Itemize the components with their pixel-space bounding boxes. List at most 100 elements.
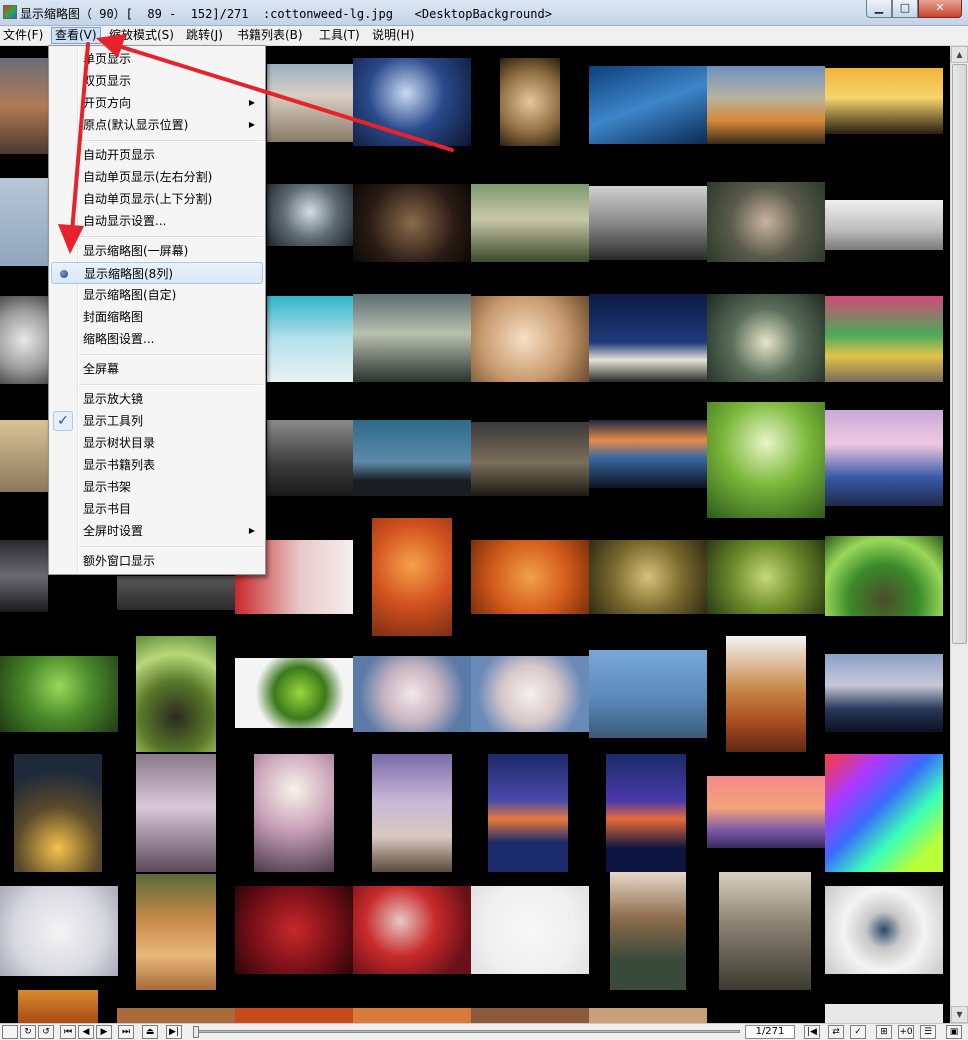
thumbnail[interactable] [0,656,118,732]
thumbnail[interactable] [726,636,806,752]
thumbnail[interactable] [0,178,48,266]
thumbnail[interactable] [589,186,707,260]
menu-item-double-page[interactable]: 双页显示 [51,70,263,92]
page-slider[interactable] [196,1030,740,1033]
thumbnail[interactable] [589,420,707,488]
thumbnail[interactable] [825,754,943,872]
menu-item-thumbs-one-screen[interactable]: 显示缩略图(一屏幕) [51,240,263,262]
menu-item-thumbs-8-cols[interactable]: 显示缩略图(8列) [51,262,263,284]
thumbnail[interactable] [471,184,589,262]
thumbnail[interactable] [825,654,943,732]
menu-item-page-direction[interactable]: 开页方向 ▶ [51,92,263,114]
thumbnail[interactable] [471,422,589,496]
thumbnail[interactable] [500,58,560,146]
thumbnail[interactable] [471,656,589,732]
thumbnail[interactable] [18,990,98,1023]
zoom-reset-icon[interactable]: +0 [898,1025,914,1039]
thumbnail[interactable] [0,58,48,154]
menu-item-origin[interactable]: 原点(默认显示位置) ▶ [51,114,263,136]
thumbnail[interactable] [471,1008,589,1023]
menu-item-thumb-settings[interactable]: 缩略图设置... [51,328,263,350]
menu-item-auto-display-settings[interactable]: 自动显示设置... [51,210,263,232]
thumbnail[interactable] [589,540,707,614]
last-page-icon[interactable]: ⏭ [118,1025,134,1039]
thumbnail[interactable] [235,658,353,728]
thumbnail[interactable] [707,294,825,382]
thumbnail[interactable] [353,58,471,146]
thumbnail[interactable] [0,420,48,492]
window-mode-icon[interactable]: ▣ [946,1025,962,1039]
eject-icon[interactable]: ⏏ [142,1025,158,1039]
thumbnail[interactable] [353,294,471,382]
thumbnail[interactable] [267,184,353,246]
thumbnail[interactable] [235,1008,353,1023]
grid-view-icon[interactable]: ⊞ [876,1025,892,1039]
menu-item-auto-open-page[interactable]: 自动开页显示 [51,144,263,166]
thumbnail[interactable] [136,754,216,872]
scroll-down-icon[interactable]: ▼ [951,1006,968,1023]
rotate-right-icon[interactable]: ↻ [20,1025,36,1039]
thumbnail[interactable] [372,754,452,872]
thumbnail[interactable] [589,1008,707,1023]
thumbnail[interactable] [353,1008,471,1023]
thumbnail[interactable] [353,886,471,974]
thumbnail[interactable] [825,1004,943,1023]
thumbnail[interactable] [471,296,589,382]
menu-item-show-book-list[interactable]: 显示书籍列表 [51,454,263,476]
thumbnail[interactable] [117,576,235,610]
list-view-icon[interactable]: ☰ [920,1025,936,1039]
thumbnail[interactable] [14,754,102,872]
scroll-up-icon[interactable]: ▲ [951,46,968,63]
vertical-scrollbar[interactable]: ▲ ▼ [950,46,968,1023]
thumbnail[interactable] [589,66,707,144]
thumbnail[interactable] [267,420,353,496]
maximize-button[interactable]: □ [892,0,918,18]
thumbnail[interactable] [471,886,589,974]
thumbnail[interactable] [117,1008,235,1023]
check-icon[interactable]: ✓ [850,1025,866,1039]
next-page-icon[interactable]: ▶ [96,1025,112,1039]
thumbnail[interactable] [267,64,353,142]
menu-help[interactable]: 说明(H) [369,27,417,44]
thumbnail[interactable] [353,184,471,262]
thumbnail[interactable] [136,636,216,752]
menu-item-auto-single-lr[interactable]: 自动单页显示(左右分割) [51,166,263,188]
thumbnail[interactable] [372,518,452,636]
thumbnail[interactable] [589,650,707,738]
menu-item-auto-single-tb[interactable]: 自动单页显示(上下分割) [51,188,263,210]
thumbnail[interactable] [825,200,943,250]
swap-direction-icon[interactable]: ⇄ [828,1025,844,1039]
thumbnail[interactable] [488,754,568,872]
thumbnail[interactable] [267,296,353,382]
menu-book-list[interactable]: 书籍列表(B) [234,27,306,44]
thumbnail[interactable] [254,754,334,872]
menu-item-fullscreen[interactable]: 全屏幕 [51,358,263,380]
thumbnail[interactable] [707,66,825,144]
play-icon[interactable]: ▶| [166,1025,182,1039]
menu-item-extra-window[interactable]: 额外窗口显示 [51,550,263,572]
menu-item-thumbs-custom[interactable]: 显示缩略图(自定) [51,284,263,306]
menu-item-fullscreen-settings[interactable]: 全屏时设置 ▶ [51,520,263,542]
menu-item-show-bookshelf[interactable]: 显示书架 [51,476,263,498]
page-slider-knob[interactable] [193,1026,199,1038]
thumbnail[interactable] [719,872,811,990]
thumbnail[interactable] [0,296,48,384]
thumbnail[interactable] [136,874,216,990]
menu-item-single-page[interactable]: 单页显示 [51,48,263,70]
thumbnail[interactable] [825,68,943,134]
thumbnail[interactable] [0,886,118,976]
menu-file[interactable]: 文件(F) [0,27,46,44]
menu-zoom-mode[interactable]: 缩放模式(S) [106,27,177,44]
menu-item-cover-thumbs[interactable]: 封面缩略图 [51,306,263,328]
menu-item-show-toolbar[interactable]: ✓ 显示工具列 [51,410,263,432]
tree-toggle-icon[interactable] [2,1025,18,1039]
thumbnail[interactable] [825,410,943,506]
thumbnail[interactable] [707,540,825,614]
page-start-icon[interactable]: |◀ [804,1025,820,1039]
thumbnail[interactable] [825,296,943,382]
first-page-icon[interactable]: ⏮ [60,1025,76,1039]
thumbnail[interactable] [235,886,353,974]
thumbnail[interactable] [0,540,48,612]
thumbnail[interactable] [707,776,825,848]
app-icon[interactable] [3,5,17,19]
